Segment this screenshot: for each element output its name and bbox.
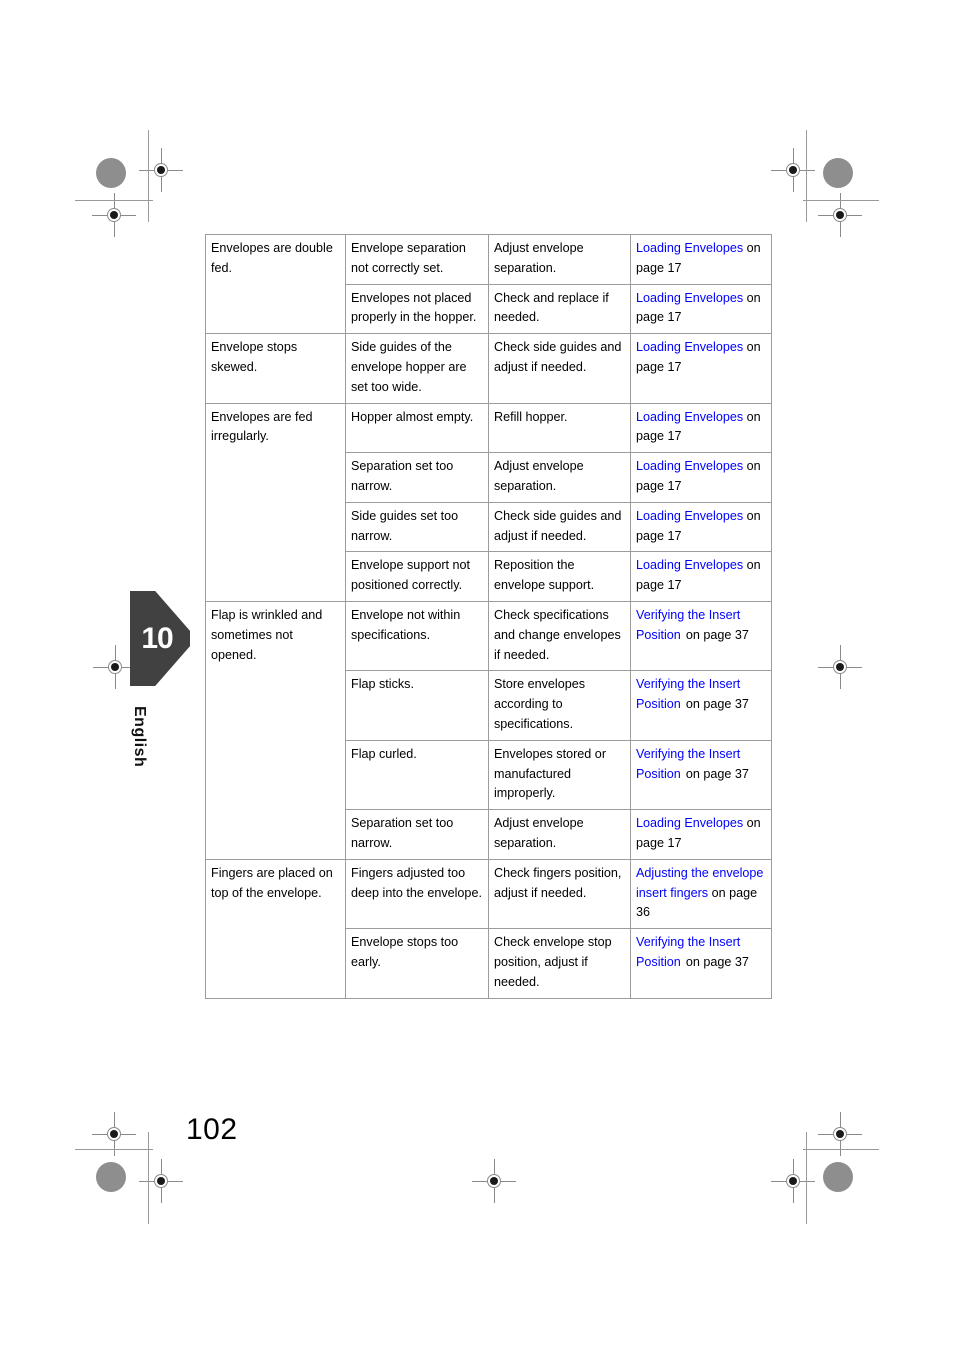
- registration-dot-top-right: [823, 158, 853, 188]
- cause-cell: Separation set too narrow.: [345, 452, 489, 503]
- cross-reference-page: on page 37: [685, 627, 749, 642]
- reference-cell: Loading Envelopes on page 17: [630, 402, 772, 454]
- symptom-cell: Envelopes are double fed.: [205, 233, 346, 335]
- table-row: Envelopes are fed irregularly. Hopper alm…: [205, 402, 772, 602]
- fold-line-bottom-right-horizontal: [803, 1149, 879, 1150]
- registration-dot-bottom-right: [823, 1162, 853, 1192]
- cause-cell: Envelope stops too early.: [345, 928, 489, 999]
- registration-mark-top-left-inner: [139, 148, 183, 192]
- troubleshooting-table-body: Envelopes are double fed. Envelope separa…: [205, 233, 772, 999]
- registration-mark-bottom-left-inner: [139, 1159, 183, 1203]
- reference-cell: Loading Envelopes on page 17: [630, 283, 772, 335]
- fold-line-top-right-horizontal: [803, 200, 879, 201]
- action-cell: Check specifications and change envelope…: [488, 600, 631, 672]
- registration-mark-top-left-outer: [92, 193, 136, 237]
- symptom-cell: Fingers are placed on top of the envelop…: [205, 858, 346, 999]
- reference-cell: Adjusting the envelope insert fingers on…: [630, 858, 772, 930]
- reference-cell: Verifying the Insert Position on page 37: [630, 670, 772, 741]
- chapter-number: 10: [141, 621, 173, 655]
- table-row: Flap is wrinkled and sometimes not opene…: [205, 600, 772, 860]
- cross-reference-page: on page 37: [685, 954, 749, 969]
- fold-line-left-vertical-top: [148, 130, 149, 222]
- cause-cell: Envelopes not placed properly in the hop…: [345, 283, 489, 335]
- fold-line-top-left-horizontal: [75, 200, 153, 201]
- registration-mark-top-right-inner: [771, 148, 815, 192]
- fold-line-bottom-left-horizontal: [75, 1149, 153, 1150]
- cross-reference-page: on page 37: [685, 697, 749, 712]
- reference-cell: Loading Envelopes on page 17: [630, 809, 772, 860]
- registration-mark-bottom-left-outer: [92, 1112, 136, 1156]
- cause-cell: Hopper almost empty.: [345, 402, 489, 454]
- cross-reference-link[interactable]: Loading Envelopes: [636, 816, 743, 830]
- action-cell: Check envelope stop position, adjust if …: [488, 928, 631, 999]
- cross-reference-link[interactable]: Loading Envelopes: [636, 459, 743, 473]
- fold-line-right-vertical-top: [806, 130, 807, 222]
- cross-reference-page: on page 37: [685, 766, 749, 781]
- reference-cell: Verifying the Insert Position on page 37: [630, 600, 772, 672]
- action-cell: Check fingers position, adjust if needed…: [488, 858, 631, 930]
- reference-cell: Loading Envelopes on page 17: [630, 551, 772, 602]
- action-cell: Reposition the envelope support.: [488, 551, 631, 602]
- reference-cell: Verifying the Insert Position on page 37: [630, 928, 772, 999]
- cause-cell: Separation set too narrow.: [345, 809, 489, 860]
- reference-cell: Loading Envelopes on page 17: [630, 234, 772, 285]
- reference-cell: Loading Envelopes on page 17: [630, 333, 772, 404]
- fold-line-right-vertical-bottom: [806, 1132, 807, 1224]
- registration-mark-right-middle: [818, 645, 862, 689]
- page-number: 102: [186, 1113, 238, 1146]
- cause-cell: Envelope support not positioned correctl…: [345, 551, 489, 602]
- cross-reference-link[interactable]: Loading Envelopes: [636, 241, 743, 255]
- action-cell: Check side guides and adjust if needed.: [488, 501, 631, 553]
- action-cell: Adjust envelope separation.: [488, 234, 631, 285]
- registration-mark-bottom-right-outer: [818, 1112, 862, 1156]
- symptom-cell: Envelopes are fed irregularly.: [205, 402, 346, 602]
- registration-mark-bottom-center: [472, 1159, 516, 1203]
- fold-line-left-vertical-bottom: [148, 1132, 149, 1224]
- action-cell: Adjust envelope separation.: [488, 452, 631, 503]
- chapter-tab: 10: [130, 591, 190, 686]
- cause-cell: Envelope separation not correctly set.: [345, 234, 489, 285]
- language-label: English: [131, 706, 148, 768]
- reference-cell: Loading Envelopes on page 17: [630, 501, 772, 553]
- registration-dot-top-left: [96, 158, 126, 188]
- action-cell: Envelopes stored or manufactured imprope…: [488, 739, 631, 811]
- registration-dot-bottom-left: [96, 1162, 126, 1192]
- cause-cell: Side guides set too narrow.: [345, 501, 489, 553]
- reference-cell: Loading Envelopes on page 17: [630, 452, 772, 503]
- troubleshooting-table: Envelopes are double fed. Envelope separa…: [205, 233, 772, 999]
- action-cell: Store envelopes according to specificati…: [488, 670, 631, 741]
- registration-mark-left-middle: [93, 645, 137, 689]
- cross-reference-link[interactable]: Loading Envelopes: [636, 410, 743, 424]
- table-row: Fingers are placed on top of the envelop…: [205, 858, 772, 999]
- table-row: Envelope stops skewed. Side guides of the…: [205, 333, 772, 404]
- cause-cell: Fingers adjusted too deep into the envel…: [345, 858, 489, 930]
- cross-reference-link[interactable]: Loading Envelopes: [636, 509, 743, 523]
- registration-mark-bottom-right-inner: [771, 1159, 815, 1203]
- reference-cell: Verifying the Insert Position on page 37: [630, 739, 772, 811]
- symptom-cell: Flap is wrinkled and sometimes not opene…: [205, 600, 346, 860]
- cause-cell: Side guides of the envelope hopper are s…: [345, 333, 489, 404]
- cross-reference-link[interactable]: Loading Envelopes: [636, 340, 743, 354]
- cross-reference-link[interactable]: Loading Envelopes: [636, 558, 743, 572]
- action-cell: Adjust envelope separation.: [488, 809, 631, 860]
- symptom-cell: Envelope stops skewed.: [205, 333, 346, 404]
- cause-cell: Flap sticks.: [345, 670, 489, 741]
- action-cell: Refill hopper.: [488, 402, 631, 454]
- action-cell: Check side guides and adjust if needed.: [488, 333, 631, 404]
- cause-cell: Flap curled.: [345, 739, 489, 811]
- table-row: Envelopes are double fed. Envelope separa…: [205, 233, 772, 335]
- cross-reference-link[interactable]: Loading Envelopes: [636, 291, 743, 305]
- cause-cell: Envelope not within specifications.: [345, 600, 489, 672]
- registration-mark-top-right-outer: [818, 193, 862, 237]
- action-cell: Check and replace if needed.: [488, 283, 631, 335]
